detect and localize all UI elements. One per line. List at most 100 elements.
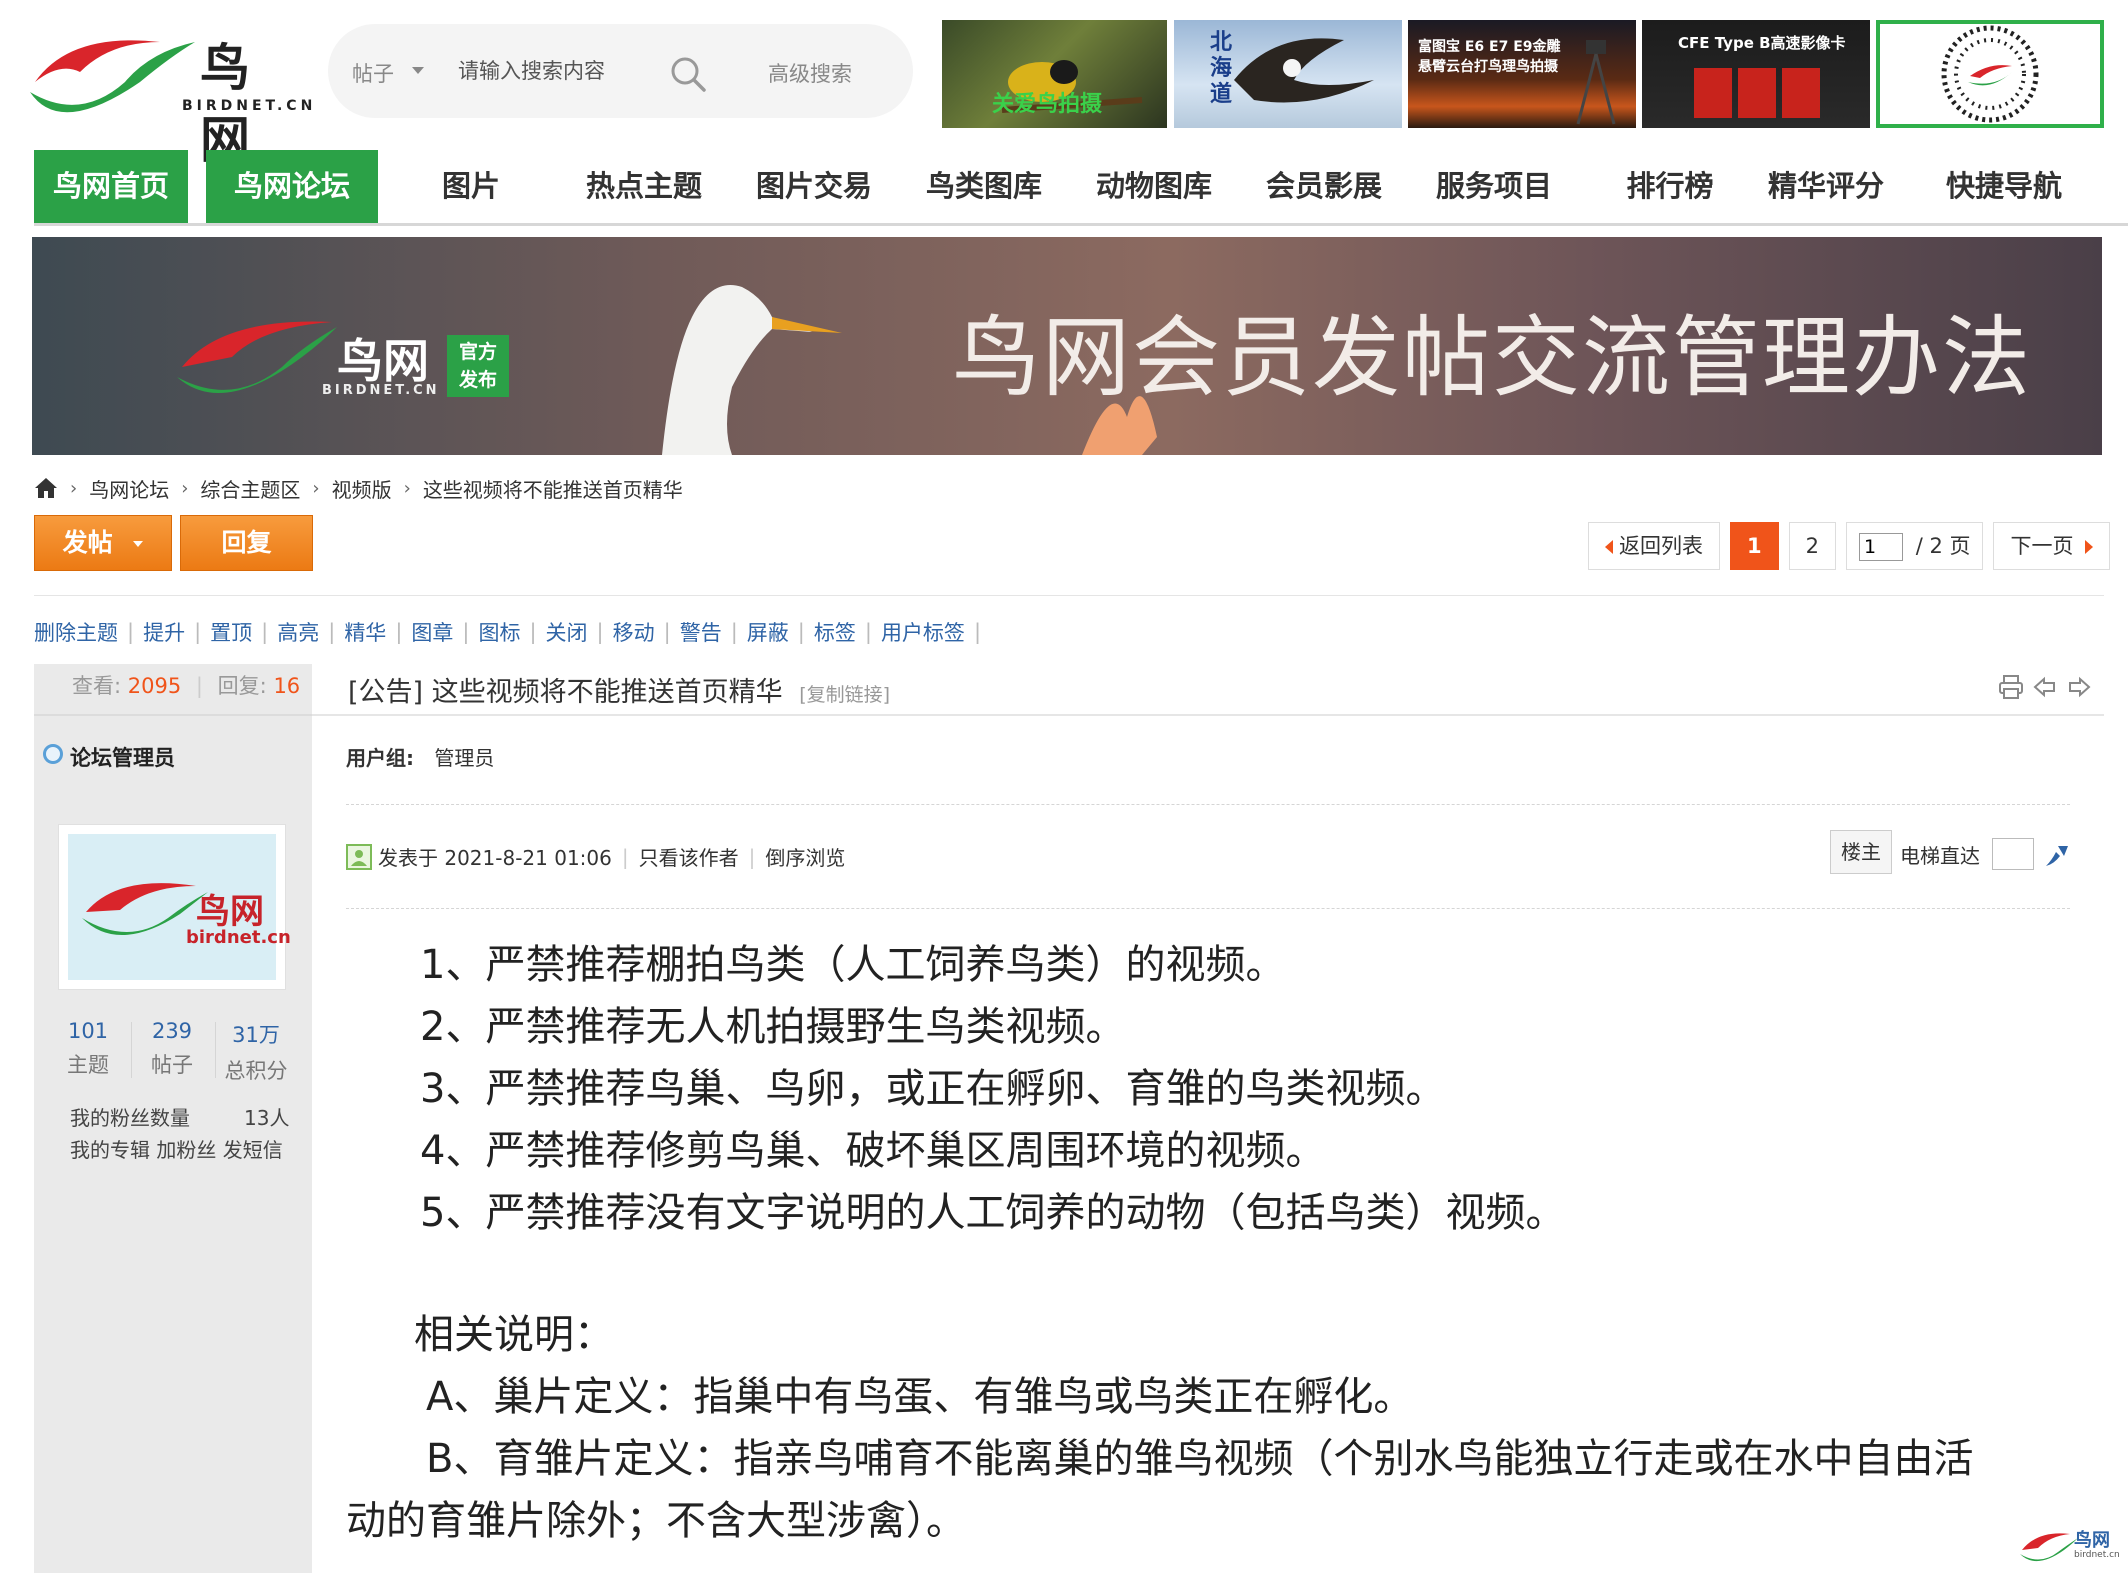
- mod-bump[interactable]: 提升: [143, 617, 185, 647]
- mod-tag[interactable]: 标签: [814, 617, 856, 647]
- chevron-down-icon[interactable]: [412, 67, 424, 74]
- mod-warn[interactable]: 警告: [680, 617, 722, 647]
- mod-highlight[interactable]: 高亮: [277, 617, 319, 647]
- previous-thread-icon[interactable]: [2032, 674, 2058, 700]
- reply-button[interactable]: 回复: [180, 515, 313, 571]
- badge-line1: 官方: [458, 341, 497, 363]
- post-main: [公告] 这些视频将不能推送首页精华 [复制链接] 用户组: 管理员 发表于 2…: [312, 664, 2104, 1573]
- site-logo[interactable]: 鸟网 BIRDNET.CN: [30, 22, 312, 169]
- banner-logo-text: 鸟网: [337, 334, 429, 388]
- ad-text: 北海道: [1210, 30, 1233, 107]
- arrow-right-icon: [2085, 540, 2094, 554]
- ad-banner-2[interactable]: 北海道: [1174, 20, 1402, 128]
- thread-stats: 查看: 2095 | 回复: 16: [72, 674, 301, 698]
- nav-item-ranking[interactable]: 排行榜: [1590, 150, 1750, 223]
- breadcrumb-section[interactable]: 综合主题区: [200, 474, 300, 503]
- nav-item-member-gallery[interactable]: 会员影展: [1244, 150, 1404, 223]
- mod-sticky[interactable]: 置顶: [210, 617, 252, 647]
- nav-item-quick-nav[interactable]: 快捷导航: [1924, 150, 2084, 223]
- search-box: 帖子 高级搜索: [328, 24, 913, 118]
- home-icon[interactable]: [34, 477, 58, 499]
- ad-banner-1[interactable]: 关爱鸟拍摄: [942, 20, 1167, 128]
- stat-topics[interactable]: 101 主题: [48, 1019, 128, 1079]
- page-jump-input[interactable]: [1859, 533, 1903, 561]
- moderation-toolbar: 删除主题 | 提升 | 置顶 | 高亮 | 精华 | 图章 | 图标 | 关闭 | 移动 | 警告…: [34, 617, 990, 647]
- fans-count: 13人: [244, 1106, 290, 1130]
- watermark-text: 鸟网: [2074, 1530, 2110, 1551]
- nav-item-pictures[interactable]: 图片: [406, 150, 536, 223]
- copy-link-button[interactable]: [复制链接]: [799, 684, 890, 706]
- new-post-button[interactable]: 发帖: [34, 515, 172, 571]
- nav-item-rating[interactable]: 精华评分: [1746, 150, 1906, 223]
- official-badge: 官方 发布: [447, 335, 509, 397]
- search-type-select[interactable]: 帖子: [352, 58, 394, 88]
- nav-item-services[interactable]: 服务项目: [1414, 150, 1574, 223]
- divider: [34, 595, 2104, 596]
- page-2-button[interactable]: 2: [1788, 522, 1836, 570]
- rule-item: 2、严禁推荐无人机拍摄野生鸟类视频。: [420, 1004, 1126, 1050]
- tripod-icon: [1576, 40, 1616, 125]
- advanced-search-link[interactable]: 高级搜索: [768, 58, 852, 88]
- breadcrumb-forum[interactable]: 鸟网论坛: [89, 474, 169, 503]
- chevron-down-icon: [133, 541, 144, 547]
- back-to-list-button[interactable]: 返回列表: [1588, 522, 1720, 570]
- only-author-link[interactable]: 只看该作者: [639, 842, 739, 871]
- mod-move[interactable]: 移动: [613, 617, 655, 647]
- qr-code-icon: [1941, 25, 2039, 123]
- next-page-label: 下一页: [2010, 534, 2074, 558]
- nav-item-forum[interactable]: 鸟网论坛: [206, 150, 378, 223]
- banner-title: 鸟网会员发帖交流管理办法: [952, 306, 2033, 409]
- mod-close[interactable]: 关闭: [546, 617, 588, 647]
- new-post-label: 发帖: [62, 528, 113, 557]
- ad-banner-3[interactable]: 富图宝 E6 E7 E9金雕 悬臂云台打鸟理鸟拍摄: [1408, 20, 1636, 128]
- breadcrumb-separator: ›: [403, 477, 411, 499]
- search-icon[interactable]: [668, 54, 708, 94]
- nav-item-animal-library[interactable]: 动物图库: [1074, 150, 1234, 223]
- divider: [346, 804, 2070, 805]
- mod-delete-thread[interactable]: 删除主题: [34, 617, 118, 647]
- explanation-a: A、巢片定义：指巢中有鸟蛋、有雏鸟或鸟类正在孵化。: [426, 1374, 1414, 1420]
- views-count: 2095: [127, 674, 182, 698]
- ad-qr-code[interactable]: [1876, 20, 2104, 128]
- page-1-button[interactable]: 1: [1730, 522, 1779, 570]
- print-icon[interactable]: [1998, 674, 2024, 700]
- announcement-banner[interactable]: 鸟网 BIRDNET.CN 官方 发布 鸟网会员发帖交流管理办法: [32, 237, 2102, 455]
- nav-item-photo-trade[interactable]: 图片交易: [734, 150, 894, 223]
- nav-item-bird-library[interactable]: 鸟类图库: [904, 150, 1064, 223]
- banner-logo-subtext: BIRDNET.CN: [322, 383, 440, 398]
- search-input[interactable]: [458, 50, 658, 92]
- stat-points[interactable]: 31万 总积分: [216, 1019, 296, 1085]
- mod-icon[interactable]: 图标: [478, 617, 520, 647]
- divider: [346, 908, 2070, 909]
- rule-item: 1、严禁推荐棚拍鸟类（人工饲养鸟类）的视频。: [420, 942, 1286, 988]
- author-links[interactable]: 我的专辑 加粉丝 发短信: [70, 1134, 283, 1163]
- stat-posts[interactable]: 239 帖子: [132, 1019, 212, 1079]
- nav-item-home[interactable]: 鸟网首页: [34, 150, 188, 223]
- site-watermark: 鸟网 birdnet.cn: [2020, 1520, 2120, 1570]
- author-name[interactable]: 论坛管理员: [70, 742, 175, 772]
- divider: [312, 714, 2104, 716]
- avatar[interactable]: 鸟网 birdnet.cn: [58, 824, 291, 990]
- breadcrumb-board[interactable]: 视频版: [332, 474, 392, 503]
- ad-banner-4[interactable]: CFE Type B高速影像卡: [1642, 20, 1870, 128]
- next-thread-icon[interactable]: [2066, 674, 2092, 700]
- mod-user-tag[interactable]: 用户标签: [881, 617, 965, 647]
- post-content: 1、严禁推荐棚拍鸟类（人工饲养鸟类）的视频。 2、严禁推荐无人机拍摄野生鸟类视频…: [346, 934, 2070, 1552]
- elevator-input[interactable]: [1992, 838, 2034, 870]
- eagle-photo-icon: [1234, 38, 1374, 103]
- arrow-left-icon: [1605, 540, 1613, 554]
- person-icon: [351, 849, 367, 866]
- reverse-order-link[interactable]: 倒序浏览: [765, 842, 845, 871]
- next-page-button[interactable]: 下一页: [1993, 522, 2111, 570]
- mod-ban[interactable]: 屏蔽: [747, 617, 789, 647]
- mod-stamp[interactable]: 图章: [411, 617, 453, 647]
- floor-label: 楼主: [1830, 830, 1892, 874]
- mod-digest[interactable]: 精华: [344, 617, 386, 647]
- go-arrow-icon[interactable]: [2042, 842, 2070, 870]
- avatar-text: 鸟网: [196, 892, 264, 932]
- breadcrumb-current: 这些视频将不能推送首页精华: [422, 477, 683, 502]
- watermark-logo-icon: [2020, 1533, 2078, 1562]
- post-time: 发表于 2021-8-21 01:06: [378, 846, 612, 870]
- logo-subtext: BIRDNET.CN: [182, 98, 317, 114]
- nav-item-hot-topics[interactable]: 热点主题: [564, 150, 724, 223]
